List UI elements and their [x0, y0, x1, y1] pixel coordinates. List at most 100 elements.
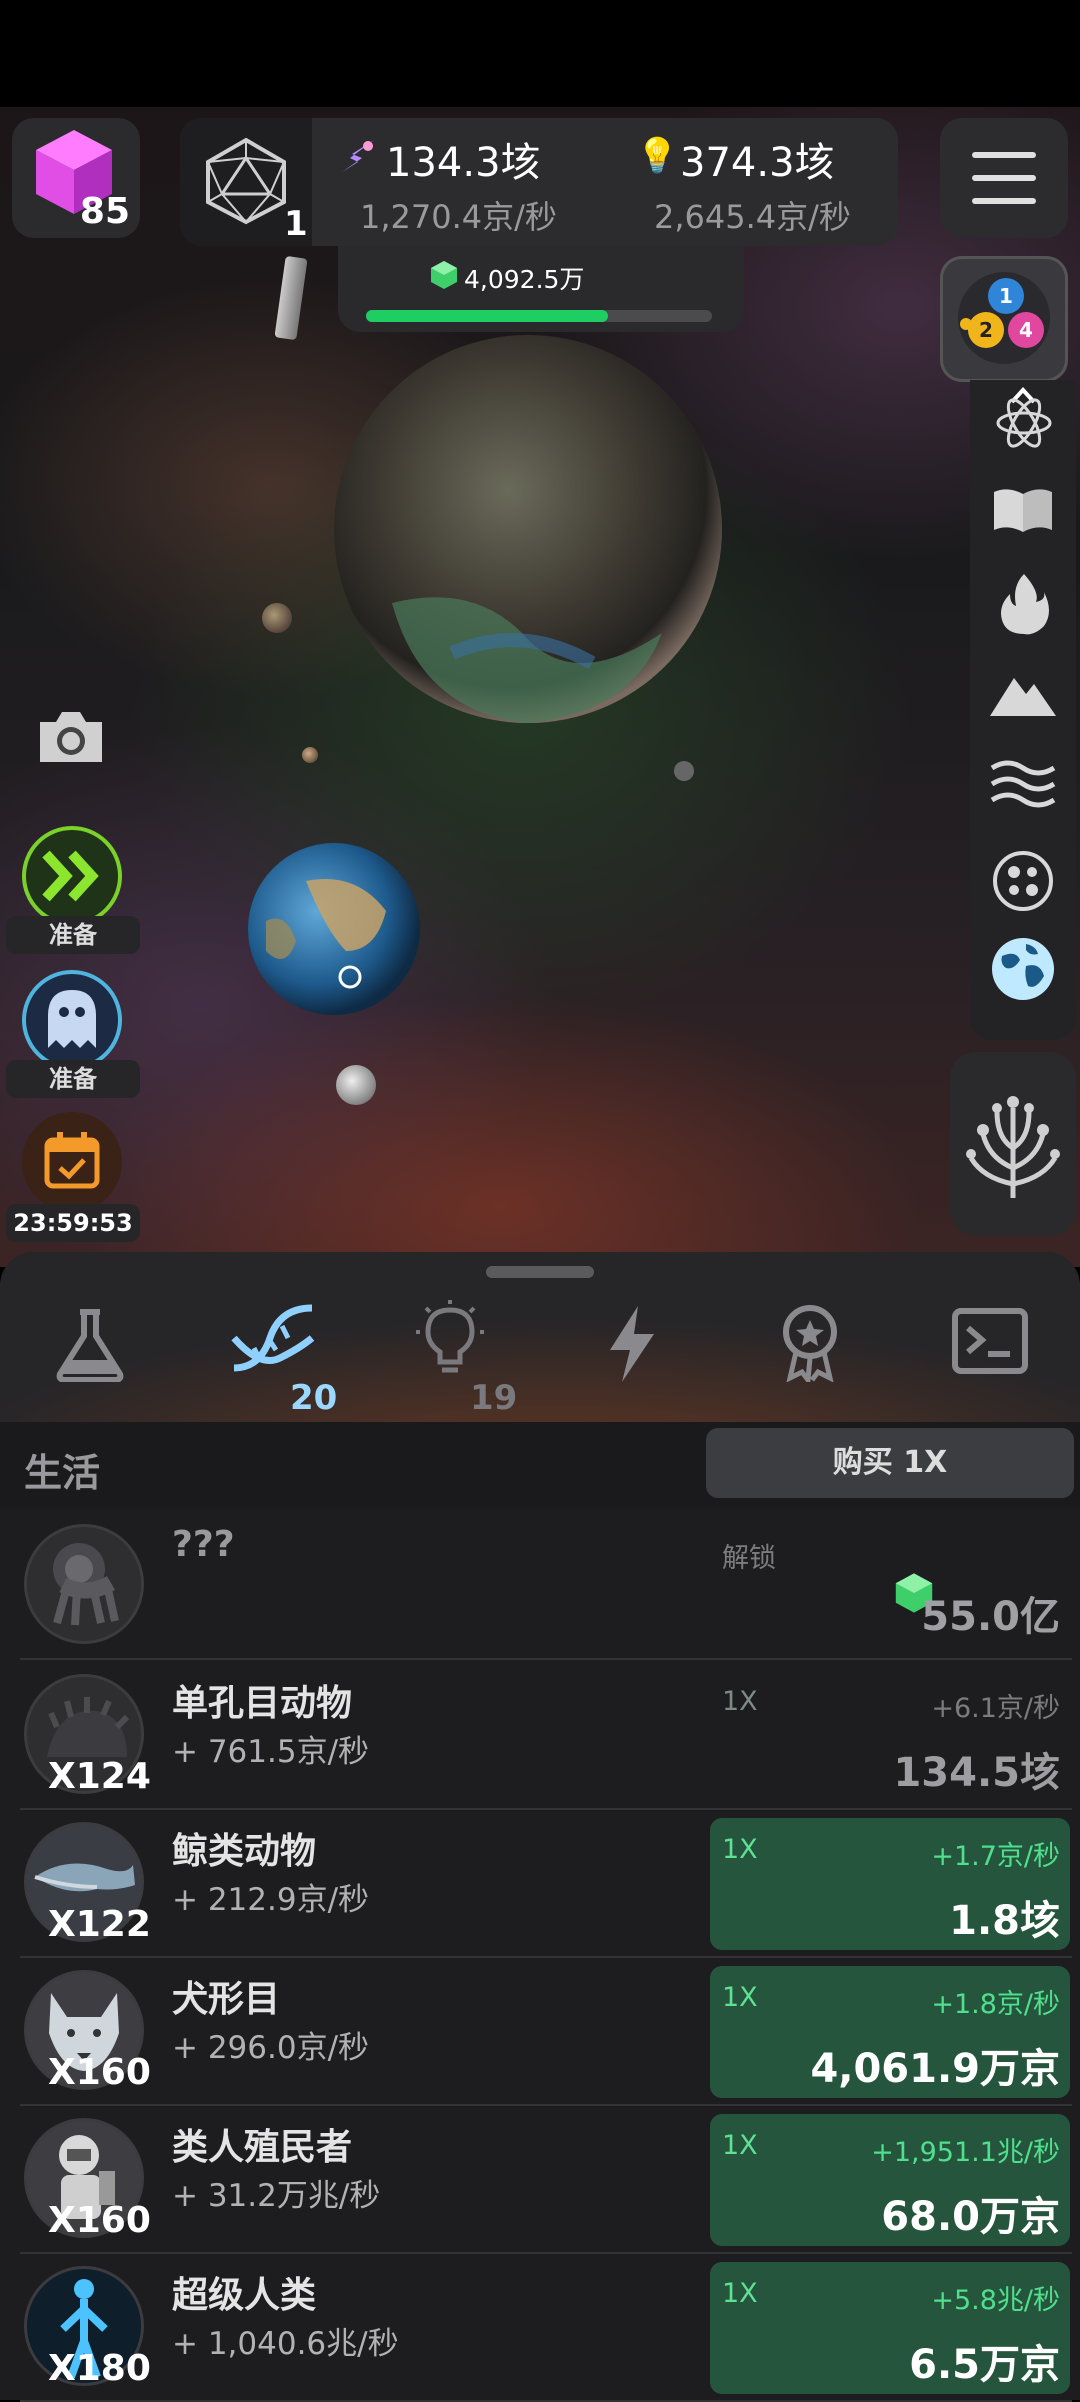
- buy-multiplier-button[interactable]: 购买 1X: [706, 1428, 1074, 1498]
- buy-multiplier: 1X: [722, 1834, 758, 1865]
- moon[interactable]: [262, 603, 292, 633]
- moon[interactable]: [674, 761, 694, 781]
- orb-number: 1: [999, 284, 1013, 308]
- item-count: X124: [48, 1756, 151, 1797]
- item-name: 类人殖民者: [172, 2127, 353, 2168]
- idea-total: 374.3垓: [680, 140, 835, 186]
- buy-cost: 4,061.9万京: [810, 2046, 1060, 2092]
- book-icon[interactable]: [992, 486, 1054, 536]
- menu-button[interactable]: [940, 118, 1068, 238]
- side-toolbar: [970, 380, 1076, 1040]
- list-item[interactable]: X160 类人殖民者 + 31.2万兆/秒 1X +1,951.1兆/秒 68.…: [20, 2104, 1072, 2254]
- gem-icon: [431, 261, 457, 289]
- ghost-ready-label: 准备: [6, 1060, 140, 1098]
- orb-button[interactable]: 1 2 4: [940, 256, 1068, 382]
- avatar: [24, 1524, 144, 1644]
- award-icon: [783, 1305, 837, 1382]
- item-count: X180: [48, 2348, 151, 2389]
- icosa-level: 1: [284, 204, 308, 244]
- buy-cost: 68.0万京: [881, 2194, 1060, 2240]
- tab-strip: 20 19: [0, 1252, 1080, 1422]
- ghost-icon: [48, 990, 96, 1048]
- buy-button[interactable]: 1X +1.7京/秒 1.8垓: [710, 1818, 1070, 1950]
- lion-icon: [53, 1543, 119, 1626]
- buy-gain: +1.8京/秒: [931, 1989, 1060, 2020]
- item-rate: + 212.9京/秒: [172, 1882, 370, 1918]
- daily-calendar-button[interactable]: [22, 1112, 122, 1212]
- satellite-icon[interactable]: [274, 255, 308, 341]
- daily-timer: 23:59:53: [6, 1204, 140, 1242]
- gem-progress-fill: [366, 310, 609, 322]
- item-rate: + 761.5京/秒: [172, 1734, 370, 1770]
- boost-ready-label: 准备: [6, 916, 140, 954]
- list-item[interactable]: X180 超级人类 + 1,040.6兆/秒 1X +5.8兆/秒 6.5万京: [20, 2252, 1072, 2402]
- globe-icon[interactable]: [990, 936, 1056, 1002]
- section-header: 生活 购买 1X: [0, 1422, 1080, 1508]
- mountain-icon[interactable]: [990, 670, 1056, 716]
- list-item[interactable]: X160 犬形目 + 296.0京/秒 1X +1.8京/秒 4,061.9万京: [20, 1956, 1072, 2106]
- list-item[interactable]: X124 单孔目动物 + 761.5京/秒 1X +6.1京/秒 134.5垓: [20, 1660, 1072, 1810]
- hamburger-icon: [972, 152, 1036, 204]
- cells-icon[interactable]: [992, 850, 1054, 912]
- buy-multiplier: 1X: [722, 1686, 758, 1717]
- atom-icon[interactable]: [994, 398, 1054, 448]
- tab-lab[interactable]: [40, 1298, 140, 1408]
- tab-achievements[interactable]: [760, 1298, 860, 1408]
- list-item[interactable]: X122 鲸类动物 + 212.9京/秒 1X +1.7京/秒 1.8垓: [20, 1808, 1072, 1958]
- unlock-cost: 55.0亿: [921, 1594, 1060, 1640]
- cube-currency-button[interactable]: 85: [12, 118, 140, 238]
- buy-gain: +1,951.1兆/秒: [871, 2137, 1060, 2168]
- buy-button[interactable]: 1X +5.8兆/秒 6.5万京: [710, 2262, 1070, 2394]
- camera-icon[interactable]: [36, 708, 106, 766]
- calendar-check-icon: [44, 1132, 100, 1189]
- buy-button[interactable]: 1X +1,951.1兆/秒 68.0万京: [710, 2114, 1070, 2246]
- resource-panel: 1 134.3垓 1,270.4京/秒 💡 374.3垓 2,645.4京/秒: [180, 118, 898, 246]
- buy-gain: +6.1京/秒: [931, 1693, 1060, 1724]
- tab-ideas[interactable]: 19: [400, 1298, 517, 1418]
- waves-icon[interactable]: [990, 758, 1056, 808]
- tab-power[interactable]: [584, 1298, 684, 1408]
- large-planet[interactable]: [332, 333, 724, 725]
- list-item-locked[interactable]: ??? 解锁 55.0亿: [20, 1510, 1072, 1660]
- fast-forward-icon: [42, 850, 99, 902]
- tab-dna[interactable]: 20: [228, 1298, 337, 1418]
- item-count: X122: [48, 1904, 151, 1945]
- energy-rate: 1,270.4京/秒: [360, 198, 557, 236]
- drag-handle[interactable]: [486, 1266, 594, 1278]
- lightning-icon: [610, 1306, 654, 1382]
- gem-progress-bar: [366, 310, 712, 322]
- idea-rate: 2,645.4京/秒: [654, 198, 851, 236]
- lightbulb-icon: 💡: [636, 136, 679, 176]
- buy-multiplier: 1X: [722, 2278, 758, 2309]
- bottom-panel: 20 19 生活 购买 1X ??? 解锁 55.0亿 X124 单孔目动物 +…: [0, 1252, 1080, 2402]
- fire-icon[interactable]: [996, 572, 1052, 636]
- speed-boost-button[interactable]: [22, 826, 122, 926]
- tab-terminal[interactable]: [940, 1298, 1040, 1408]
- buy-cost: 134.5垓: [893, 1750, 1060, 1796]
- item-count: X160: [48, 2052, 151, 2093]
- energy-icon: [342, 140, 374, 172]
- gem-progress-panel: 4,092.5万: [338, 246, 744, 332]
- ghost-button[interactable]: [22, 970, 122, 1070]
- orb-number: 2: [979, 318, 993, 342]
- buy-button[interactable]: 1X +1.8京/秒 4,061.9万京: [710, 1966, 1070, 2098]
- buy-multiplier: 1X: [722, 1982, 758, 2013]
- item-name: 超级人类: [172, 2275, 317, 2316]
- flask-icon: [56, 1309, 124, 1382]
- buy-cost: 6.5万京: [909, 2342, 1060, 2388]
- item-name: 单孔目动物: [172, 1683, 353, 1724]
- buy-gain: +1.7京/秒: [931, 1841, 1060, 1872]
- buy-gain: +5.8兆/秒: [931, 2285, 1060, 2316]
- item-count: X160: [48, 2200, 151, 2241]
- earth-planet[interactable]: [246, 841, 422, 1017]
- buy-cost: 1.8垓: [949, 1898, 1060, 1944]
- buy-button[interactable]: 1X +6.1京/秒 134.5垓: [710, 1670, 1070, 1802]
- moon[interactable]: [302, 747, 318, 763]
- gem-progress-label: 4,092.5万: [464, 265, 585, 294]
- tree-button[interactable]: [950, 1052, 1076, 1236]
- energy-total: 134.3垓: [386, 140, 541, 186]
- moon[interactable]: [336, 1065, 376, 1105]
- buy-multiplier: 1X: [722, 2130, 758, 2161]
- icosahedron-button[interactable]: 1: [180, 118, 312, 246]
- dna-count: 20: [290, 1378, 338, 1418]
